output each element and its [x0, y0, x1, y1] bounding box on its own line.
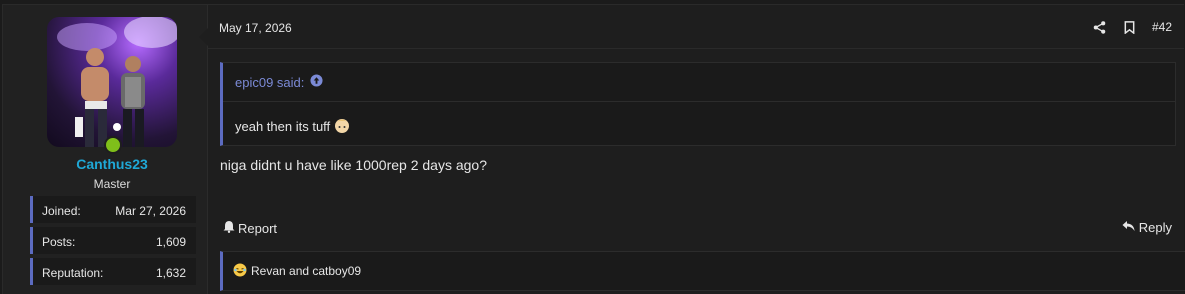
anime-sticker-icon	[332, 115, 352, 138]
stat-reputation: Reputation: 1,632	[30, 258, 196, 285]
reactions-users[interactable]: Revan and catboy09	[251, 264, 361, 278]
bell-icon	[223, 220, 235, 236]
user-title: Master	[93, 177, 131, 191]
reply-arrow-icon	[1122, 220, 1135, 235]
post-container: Canthus23 Master Joined: Mar 27, 2026 Po…	[2, 4, 1185, 294]
post-date[interactable]: May 17, 2026	[219, 21, 292, 35]
laughing-emoji-icon	[233, 263, 247, 280]
report-button[interactable]: Report	[223, 220, 277, 236]
reply-button[interactable]: Reply	[1122, 220, 1172, 235]
report-label: Report	[238, 220, 278, 236]
stat-label: Reputation:	[42, 266, 104, 280]
post-message: niga didnt u have like 1000rep 2 days ag…	[220, 157, 487, 173]
stat-value: 1,632	[155, 266, 186, 280]
avatar-photo	[57, 17, 177, 147]
avatar[interactable]	[47, 17, 177, 147]
user-sidebar: Canthus23 Master Joined: Mar 27, 2026 Po…	[3, 5, 208, 294]
stat-value: Mar 27, 2026	[115, 204, 186, 218]
reply-label: Reply	[1138, 220, 1172, 235]
post-top-actions: #42	[1092, 19, 1172, 35]
arrow-up-circle-icon[interactable]	[310, 74, 323, 90]
sidebar-pointer	[199, 27, 209, 47]
stat-posts: Posts: 1,609	[30, 227, 196, 254]
quote-body: yeah then its tuff	[223, 102, 1175, 138]
share-icon[interactable]	[1092, 19, 1108, 35]
quote-attribution[interactable]: epic09 said:	[235, 75, 304, 90]
stat-joined: Joined: Mar 27, 2026	[30, 196, 196, 223]
username[interactable]: Canthus23	[3, 156, 221, 172]
quote-text: yeah then its tuff	[235, 119, 331, 134]
stat-label: Posts:	[42, 235, 76, 249]
reactions-bar[interactable]: Revan and catboy09	[220, 251, 1185, 291]
quote-block: epic09 said: yeah then its tuff	[220, 62, 1176, 146]
stat-value: 1,609	[155, 235, 186, 249]
stat-label: Joined:	[42, 204, 81, 218]
quote-header[interactable]: epic09 said:	[223, 63, 1175, 102]
bookmark-icon[interactable]	[1122, 19, 1138, 35]
online-status-indicator	[104, 136, 122, 154]
header-divider	[207, 48, 1184, 49]
post-number-link[interactable]: #42	[1152, 20, 1172, 34]
